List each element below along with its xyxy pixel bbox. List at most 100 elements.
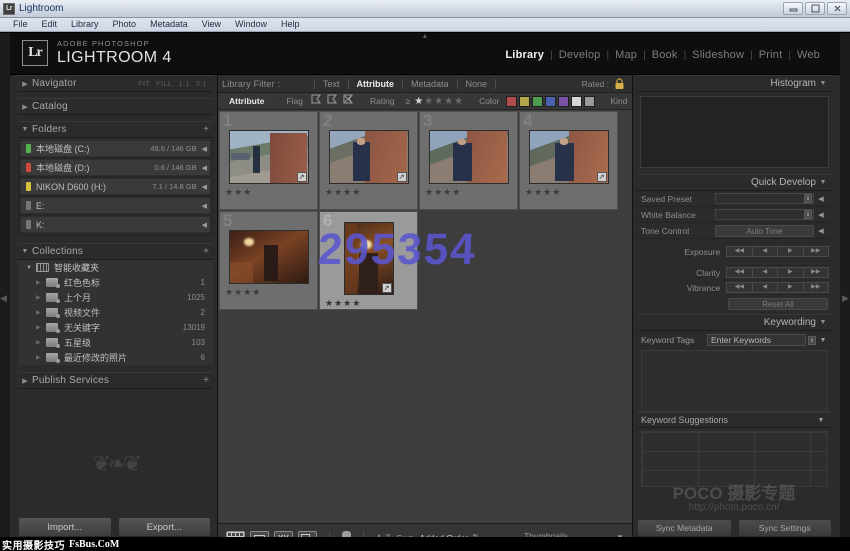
menu-item-help[interactable]: Help	[274, 18, 307, 31]
grid-cell[interactable]: 2 ↗ ★★★★	[319, 111, 418, 210]
navigator-header[interactable]: ▶ Navigator FIT FILL 1:1 3:1	[18, 75, 213, 92]
star-2[interactable]: ★	[424, 96, 434, 107]
keyword-suggestions-grid[interactable]	[641, 431, 828, 487]
menu-item-file[interactable]: File	[6, 18, 35, 31]
module-map[interactable]: Map	[609, 49, 643, 61]
add-publish-service-button[interactable]: +	[199, 375, 213, 386]
color-swatch-custom[interactable]	[584, 96, 595, 107]
module-web[interactable]: Web	[791, 49, 826, 61]
lock-icon[interactable]	[614, 78, 625, 90]
vibrance-decrease[interactable]: ◀	[752, 282, 778, 293]
sync-metadata-button[interactable]: Sync Metadata	[637, 519, 732, 537]
clarity-decrease[interactable]: ◀	[752, 267, 778, 278]
grid-cell[interactable]: 4 ↗ ★★★★	[519, 111, 618, 210]
exposure-increase[interactable]: ▶	[777, 246, 803, 257]
collection-item[interactable]: ▶ 视频文件 2	[18, 305, 213, 320]
identity-plate[interactable]: Lr ADOBE PHOTOSHOP LIGHTROOM 4	[22, 40, 172, 66]
photo-thumbnail[interactable]: ↗	[344, 222, 394, 295]
menu-item-library[interactable]: Library	[64, 18, 106, 31]
histogram-display[interactable]	[640, 96, 829, 168]
exposure-increase-large[interactable]: ▶▶	[803, 246, 829, 257]
grid-cell-selected[interactable]: 6 ↗ ★★★★	[319, 211, 418, 310]
folders-header[interactable]: ▼ Folders +	[18, 121, 213, 138]
add-collection-button[interactable]: +	[199, 246, 213, 257]
cell-rating[interactable]: ★★★★	[225, 287, 261, 298]
minimize-button[interactable]	[783, 2, 803, 15]
chevron-left-icon[interactable]: ◀	[202, 183, 207, 191]
module-library[interactable]: Library	[499, 49, 550, 61]
auto-tone-button[interactable]: Auto Tone	[715, 225, 814, 237]
collection-item[interactable]: ▶ 最近修改的照片 6	[18, 350, 213, 365]
flag-reject-icon[interactable]	[342, 94, 355, 109]
cell-rating[interactable]: ★★★	[225, 187, 252, 198]
keyword-tags-input[interactable]: Enter Keywords	[707, 334, 806, 346]
color-swatch-none[interactable]	[571, 96, 582, 107]
collection-item[interactable]: ▶ 上个月 1025	[18, 290, 213, 305]
menu-item-metadata[interactable]: Metadata	[143, 18, 195, 31]
collection-item[interactable]: ▶ 五星级 103	[18, 335, 213, 350]
chevron-left-icon[interactable]: ◀	[202, 145, 207, 153]
cell-rating[interactable]: ★★★★	[325, 187, 361, 198]
import-button[interactable]: Import...	[18, 517, 112, 537]
grid-cell[interactable]: 5 ★★★★	[219, 211, 318, 310]
cell-rating[interactable]: ★★★★	[325, 298, 361, 309]
folder-row[interactable]: 本地磁盘 (D:) 0.6 / 146 GB ◀	[20, 159, 211, 176]
grid-cell[interactable]: 3 ★★★★	[419, 111, 518, 210]
collection-item[interactable]: ▶ 无关键字 13019	[18, 320, 213, 335]
star-4[interactable]: ★	[444, 96, 454, 107]
module-print[interactable]: Print	[753, 49, 789, 61]
export-button[interactable]: Export...	[118, 517, 212, 537]
chevron-left-icon[interactable]: ◀	[202, 221, 207, 229]
clarity-decrease-large[interactable]: ◀◀	[726, 267, 752, 278]
collection-set-smart[interactable]: ▼ 智能收藏夹	[18, 260, 213, 275]
star-5[interactable]: ★	[454, 96, 464, 107]
zoom-3-1[interactable]: 3:1	[196, 79, 207, 88]
menu-item-photo[interactable]: Photo	[106, 18, 144, 31]
filter-tab-attribute[interactable]: Attribute	[349, 79, 403, 89]
maximize-button[interactable]	[805, 2, 825, 15]
photo-thumbnail[interactable]	[429, 130, 509, 184]
keyword-suggestions-header[interactable]: Keyword Suggestions ▼	[637, 412, 832, 428]
menu-item-window[interactable]: Window	[228, 18, 274, 31]
color-swatch-red[interactable]	[506, 96, 517, 107]
saved-preset-select[interactable]: ⇕	[715, 193, 814, 204]
rating-stars[interactable]: ★★★★★	[414, 96, 464, 107]
flag-pick-icon[interactable]	[310, 94, 323, 109]
add-folder-button[interactable]: +	[199, 124, 213, 135]
top-panel-collapse[interactable]: ▲	[412, 33, 438, 40]
sync-settings-button[interactable]: Sync Settings	[738, 519, 833, 537]
folder-row[interactable]: NIKON D600 (H:) 7.1 / 14.8 GB ◀	[20, 178, 211, 195]
quick-develop-header[interactable]: Quick Develop ▼	[637, 174, 832, 191]
module-book[interactable]: Book	[646, 49, 684, 61]
chevron-left-icon[interactable]: ◀	[814, 211, 828, 219]
module-develop[interactable]: Develop	[553, 49, 607, 61]
chevron-left-icon[interactable]: ◀	[814, 227, 828, 235]
close-button[interactable]	[827, 2, 847, 15]
star-3[interactable]: ★	[434, 96, 444, 107]
chevron-down-icon[interactable]: ▼	[816, 337, 830, 344]
keywording-header[interactable]: Keywording ▼	[637, 314, 832, 331]
folder-row[interactable]: E: ◀	[20, 197, 211, 214]
color-swatch-yellow[interactable]	[519, 96, 530, 107]
chevron-left-icon[interactable]: ◀	[202, 202, 207, 210]
white-balance-select[interactable]: ⇕	[715, 209, 814, 220]
flag-unflagged-icon[interactable]	[326, 94, 339, 109]
keyword-list-area[interactable]	[641, 350, 828, 412]
filter-tab-none[interactable]: None	[458, 79, 496, 89]
collection-item[interactable]: ▶ 红色色标 1	[18, 275, 213, 290]
vibrance-increase[interactable]: ▶	[777, 282, 803, 293]
exposure-decrease[interactable]: ◀	[752, 246, 778, 257]
vibrance-decrease-large[interactable]: ◀◀	[726, 282, 752, 293]
color-swatch-purple[interactable]	[558, 96, 569, 107]
chevron-left-icon[interactable]: ◀	[814, 195, 828, 203]
zoom-fit[interactable]: FIT	[138, 79, 150, 88]
collections-header[interactable]: ▼ Collections +	[18, 243, 213, 260]
clarity-increase-large[interactable]: ▶▶	[803, 267, 829, 278]
catalog-header[interactable]: ▶ Catalog	[18, 98, 213, 115]
color-swatch-blue[interactable]	[545, 96, 556, 107]
photo-thumbnail[interactable]: ↗	[229, 130, 309, 184]
vibrance-increase-large[interactable]: ▶▶	[803, 282, 829, 293]
exposure-decrease-large[interactable]: ◀◀	[726, 246, 752, 257]
photo-thumbnail[interactable]: ↗	[529, 130, 609, 184]
reset-all-button[interactable]: Reset All	[728, 298, 828, 310]
